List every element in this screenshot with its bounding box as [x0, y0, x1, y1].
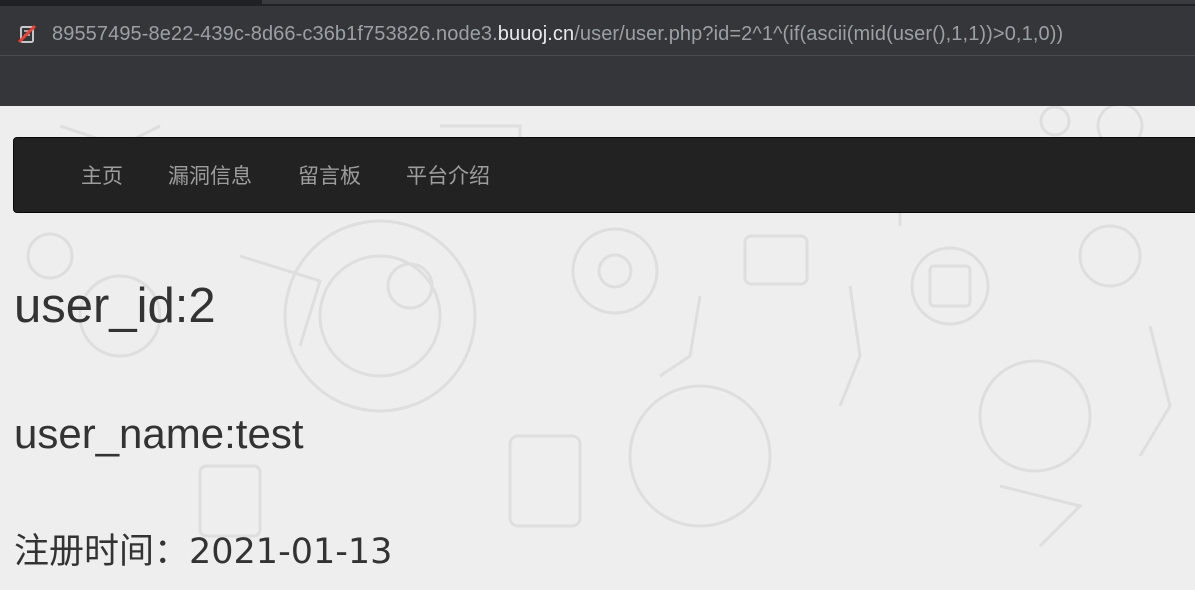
url-prefix: 89557495-8e22-439c-8d66-c36b1f753826.nod…	[52, 23, 498, 45]
register-time-heading: 注册时间：2021-01-13	[14, 532, 393, 572]
address-bar[interactable]: 89557495-8e22-439c-8d66-c36b1f753826.nod…	[0, 6, 1195, 56]
user-id-heading: user_id:2	[14, 279, 216, 333]
site-navbar: 主页 漏洞信息 留言板 平台介绍	[13, 137, 1195, 213]
url-text[interactable]: 89557495-8e22-439c-8d66-c36b1f753826.nod…	[52, 20, 1063, 48]
active-tab[interactable]	[262, 0, 1195, 4]
user-name-heading: user_name:test	[14, 410, 304, 457]
nav-item-home[interactable]: 主页	[81, 162, 123, 190]
nav-item-vulnerability-info[interactable]: 漏洞信息	[168, 162, 252, 190]
nav-item-message-board[interactable]: 留言板	[298, 162, 361, 190]
url-domain: buuoj.cn	[497, 23, 575, 45]
not-secure-icon[interactable]	[16, 23, 38, 45]
url-path: /user/user.php?id=2^1^(if(ascii(mid(user…	[574, 23, 1064, 45]
nav-item-platform-intro[interactable]: 平台介绍	[406, 162, 490, 190]
bookmarks-bar	[0, 56, 1195, 106]
